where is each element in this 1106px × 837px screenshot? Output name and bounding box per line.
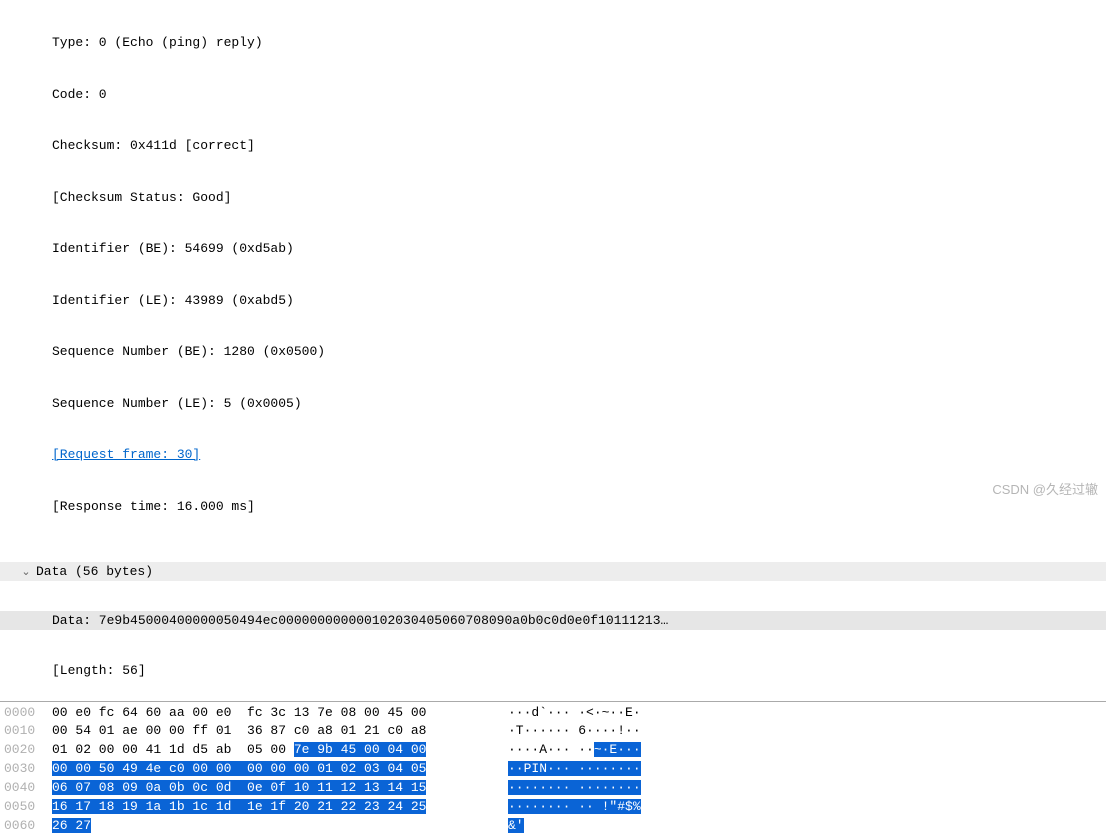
hex-row[interactable]: 002001 02 00 00 41 1d d5 ab 05 00 7e 9b … <box>4 741 1102 760</box>
icmp-response-time: [Response time: 16.000 ms] <box>0 496 1106 518</box>
hex-row[interactable]: 001000 54 01 ae 00 00 ff 01 36 87 c0 a8 … <box>4 722 1102 741</box>
chevron-down-icon[interactable]: ⌄ <box>20 565 32 579</box>
hex-offset: 0050 <box>4 798 52 817</box>
hex-ascii[interactable]: ·T······ 6····!·· <box>508 722 641 741</box>
hex-gap <box>484 704 508 723</box>
icmp-checksum: Checksum: 0x411d [correct] <box>0 135 1106 157</box>
hex-bytes-highlight: 7e 9b 45 00 04 00 <box>294 742 427 757</box>
hex-gap <box>484 779 508 798</box>
hex-bytes[interactable]: 00 54 01 ae 00 00 ff 01 36 87 c0 a8 01 2… <box>52 722 484 741</box>
icmp-request-frame[interactable]: [Request frame: 30] <box>0 444 1106 466</box>
icmp-id-be: Identifier (BE): 54699 (0xd5ab) <box>0 238 1106 260</box>
hex-bytes-highlight: 06 07 08 09 0a 0b 0c 0d 0e 0f 10 11 12 1… <box>52 780 426 795</box>
hex-gap <box>484 741 508 760</box>
icmp-id-le: Identifier (LE): 43989 (0xabd5) <box>0 290 1106 312</box>
hex-ascii[interactable]: ···d`··· ·<·~··E· <box>508 704 641 723</box>
icmp-checksum-status: [Checksum Status: Good] <box>0 187 1106 209</box>
request-frame-link[interactable]: [Request frame: 30] <box>52 447 200 462</box>
hex-row[interactable]: 000000 e0 fc 64 60 aa 00 e0 fc 3c 13 7e … <box>4 704 1102 723</box>
hex-ascii-highlight: ········ ·· !"#$% <box>508 799 641 814</box>
hex-bytes[interactable]: 06 07 08 09 0a 0b 0c 0d 0e 0f 10 11 12 1… <box>52 779 484 798</box>
data-length: [Length: 56] <box>0 660 1106 682</box>
hex-gap <box>484 798 508 817</box>
hex-offset: 0000 <box>4 704 52 723</box>
hex-ascii[interactable]: ········ ········ <box>508 779 641 798</box>
hex-row[interactable]: 005016 17 18 19 1a 1b 1c 1d 1e 1f 20 21 … <box>4 798 1102 817</box>
hex-row[interactable]: 003000 00 50 49 4e c0 00 00 00 00 00 01 … <box>4 760 1102 779</box>
hex-ascii-plain: ····A··· ·· <box>508 742 594 757</box>
hex-offset: 0010 <box>4 722 52 741</box>
hex-ascii-plain: ·T······ 6····!·· <box>508 723 641 738</box>
icmp-type: Type: 0 (Echo (ping) reply) <box>0 32 1106 54</box>
hex-ascii-highlight: ··PIN··· ········ <box>508 761 641 776</box>
hex-bytes[interactable]: 01 02 00 00 41 1d d5 ab 05 00 7e 9b 45 0… <box>52 741 484 760</box>
hex-bytes-plain: 01 02 00 00 41 1d d5 ab 05 00 <box>52 742 294 757</box>
hex-dump-pane[interactable]: 000000 e0 fc 64 60 aa 00 e0 fc 3c 13 7e … <box>0 701 1106 837</box>
data-header-label: Data (56 bytes) <box>36 564 153 579</box>
hex-offset: 0060 <box>4 817 52 836</box>
hex-ascii-plain: ···d`··· ·<·~··E· <box>508 705 641 720</box>
hex-bytes-plain: 00 e0 fc 64 60 aa 00 e0 fc 3c 13 7e 08 0… <box>52 705 426 720</box>
hex-bytes-highlight: 16 17 18 19 1a 1b 1c 1d 1e 1f 20 21 22 2… <box>52 799 426 814</box>
icmp-code: Code: 0 <box>0 84 1106 106</box>
data-section-header[interactable]: ⌄ Data (56 bytes) <box>0 562 1106 581</box>
hex-ascii-highlight: ~·E··· <box>594 742 641 757</box>
hex-row[interactable]: 004006 07 08 09 0a 0b 0c 0d 0e 0f 10 11 … <box>4 779 1102 798</box>
hex-bytes[interactable]: 00 e0 fc 64 60 aa 00 e0 fc 3c 13 7e 08 0… <box>52 704 484 723</box>
hex-offset: 0030 <box>4 760 52 779</box>
hex-ascii-highlight: &' <box>508 818 524 833</box>
hex-ascii[interactable]: ····A··· ··~·E··· <box>508 741 641 760</box>
hex-row[interactable]: 006026 27 &' <box>4 817 1102 836</box>
hex-offset: 0020 <box>4 741 52 760</box>
hex-ascii[interactable]: &' <box>508 817 524 836</box>
hex-ascii[interactable]: ··PIN··· ········ <box>508 760 641 779</box>
hex-ascii-highlight: ········ ········ <box>508 780 641 795</box>
hex-bytes-highlight: 00 00 50 49 4e c0 00 00 00 00 00 01 02 0… <box>52 761 426 776</box>
data-bytes-row[interactable]: Data: 7e9b45000400000050494ec00000000000… <box>0 611 1106 630</box>
hex-bytes[interactable]: 16 17 18 19 1a 1b 1c 1d 1e 1f 20 21 22 2… <box>52 798 484 817</box>
hex-bytes-highlight: 26 27 <box>52 818 91 833</box>
hex-gap <box>484 722 508 741</box>
icmp-seq-be: Sequence Number (BE): 1280 (0x0500) <box>0 341 1106 363</box>
hex-bytes[interactable]: 26 27 <box>52 817 484 836</box>
hex-bytes[interactable]: 00 00 50 49 4e c0 00 00 00 00 00 01 02 0… <box>52 760 484 779</box>
hex-ascii[interactable]: ········ ·· !"#$% <box>508 798 641 817</box>
icmp-seq-le: Sequence Number (LE): 5 (0x0005) <box>0 393 1106 415</box>
watermark: CSDN @久经过辙 <box>992 479 1098 498</box>
packet-details-pane: Type: 0 (Echo (ping) reply) Code: 0 Chec… <box>0 0 1106 697</box>
hex-offset: 0040 <box>4 779 52 798</box>
hex-gap <box>484 817 508 836</box>
hex-bytes-plain: 00 54 01 ae 00 00 ff 01 36 87 c0 a8 01 2… <box>52 723 426 738</box>
hex-gap <box>484 760 508 779</box>
